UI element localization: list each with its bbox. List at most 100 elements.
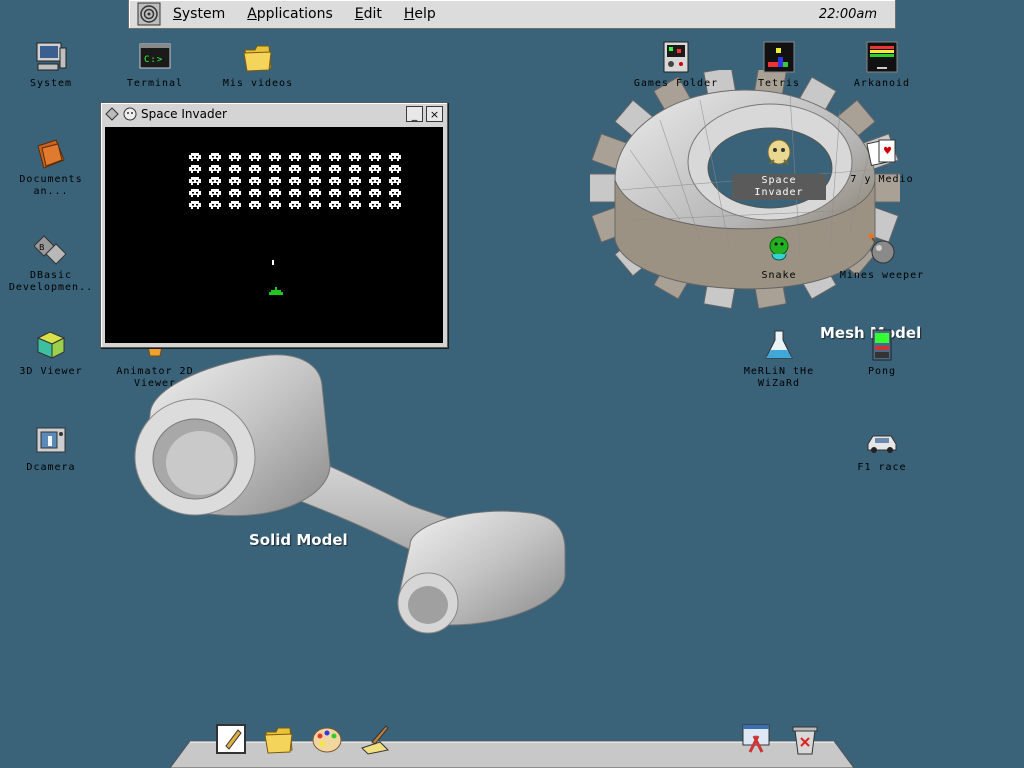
alien-invader <box>369 153 381 161</box>
desktop-icon-label: Tetris <box>757 78 801 89</box>
desktop-icon-3d-viewer[interactable]: 3D Viewer <box>3 328 99 378</box>
invader-app-icon <box>123 107 137 121</box>
desktop-icon-label: F1 race <box>857 462 907 473</box>
alien-invader <box>329 189 341 197</box>
alien-invader <box>209 153 221 161</box>
alien-invader <box>329 177 341 185</box>
desktop-icon-system[interactable]: System <box>3 40 99 90</box>
folder-icon <box>37 139 65 169</box>
desktop-icon-space-invader[interactable]: Space Invader <box>731 136 827 200</box>
alien-invader <box>229 189 241 197</box>
solid-model-render <box>134 354 566 634</box>
desktop-icon-label: Animator 2D Viewer <box>116 366 194 389</box>
alien-invader <box>349 165 361 173</box>
desktop-icon-label: Mines weeper <box>839 270 925 281</box>
trash-icon[interactable] <box>788 722 822 756</box>
alien-invader <box>389 177 401 185</box>
desktop-icon-label: Dcamera <box>26 462 76 473</box>
arcade-icon <box>872 329 892 361</box>
paint-icon[interactable] <box>358 722 392 756</box>
palette-icon[interactable] <box>310 722 344 756</box>
alien-invader <box>209 201 221 209</box>
alien-invader <box>309 201 321 209</box>
desktop-icon-games-folder[interactable]: Games Folder <box>628 40 724 90</box>
desktop-icon-terminal[interactable]: C:> Terminal <box>107 40 203 90</box>
desktop-icon-arkanoid[interactable]: Arkanoid <box>834 40 930 90</box>
alien-invader <box>189 201 201 209</box>
system-logo-icon[interactable] <box>137 2 161 26</box>
desktop-icon-documents[interactable]: Documents an... <box>3 136 99 198</box>
desktop-icon-pong[interactable]: Pong <box>834 328 930 378</box>
desktop-icon-7-y-medio[interactable]: ♥ 7 y Medio <box>834 136 930 186</box>
alien-invader <box>249 153 261 161</box>
desktop-icon-label: Snake <box>761 270 797 281</box>
desktop-icon-mines-weeper[interactable]: Mines weeper <box>834 232 930 282</box>
alien-invader <box>189 177 201 185</box>
alien-invader <box>329 165 341 173</box>
menu-edit[interactable]: Edit <box>355 6 382 22</box>
alien-invader <box>369 165 381 173</box>
menu-system[interactable]: System <box>173 6 225 22</box>
desktop-icon-label: Pong <box>867 366 897 377</box>
window-titlebar[interactable]: Space Invader _ × <box>101 103 447 125</box>
desktop-icon-snake[interactable]: Snake <box>731 232 827 282</box>
folder-icon[interactable] <box>262 722 296 756</box>
desktop-icon-label: MeRLiN tHe WiZaRd <box>743 366 815 389</box>
desktop-icon-mis-videos[interactable]: Mis videos <box>210 40 306 90</box>
space-invader-window[interactable]: Space Invader _ × <box>100 102 448 348</box>
alien-invader <box>249 201 261 209</box>
alien-invader <box>229 177 241 185</box>
menubar: System Applications Edit Help 22:00am <box>128 0 896 29</box>
alien-invader <box>209 165 221 173</box>
alien-invader <box>249 165 261 173</box>
desktop-icon-f1-race[interactable]: F1 race <box>834 424 930 474</box>
menu-help[interactable]: Help <box>404 6 436 22</box>
minimize-button[interactable]: _ <box>406 106 423 122</box>
alien-invader <box>369 201 381 209</box>
desktop-icon-dcamera[interactable]: Dcamera <box>3 424 99 474</box>
desktop-icon-label: Space Invader <box>732 174 826 200</box>
window-menu-icon[interactable] <box>105 107 119 121</box>
svg-text:♥: ♥ <box>883 146 893 157</box>
desktop-icon-merlin[interactable]: MeRLiN tHe WiZaRd <box>731 328 827 390</box>
desktop-icon-label: 7 y Medio <box>850 174 914 185</box>
alien-invader <box>269 165 281 173</box>
cards-icon: ♥ <box>866 139 896 167</box>
alien-invader <box>329 153 341 161</box>
alien-invader <box>269 153 281 161</box>
desktop-icon-label: Documents an... <box>19 174 83 197</box>
alien-invader <box>309 165 321 173</box>
arkanoid-icon <box>866 41 898 73</box>
alien-invader <box>269 177 281 185</box>
clock: 22:00am <box>818 6 877 22</box>
window-title: Space Invader <box>141 107 227 121</box>
alien-invader <box>229 201 241 209</box>
alien-invader <box>309 189 321 197</box>
alien-invader <box>249 177 261 185</box>
menu-applications[interactable]: Applications <box>247 6 333 22</box>
tetris-icon <box>763 41 795 73</box>
alien-invader <box>269 201 281 209</box>
car-icon <box>867 435 897 453</box>
alien-invader <box>349 177 361 185</box>
desktop-icon-dbasic[interactable]: B DBasic Developmen.. <box>3 232 99 294</box>
game-canvas[interactable] <box>105 127 443 343</box>
alien-invader <box>349 153 361 161</box>
alien-invader <box>249 189 261 197</box>
alien-invader <box>389 189 401 197</box>
bomb-icon <box>868 233 895 264</box>
alien-invader <box>189 153 201 161</box>
alien-invader <box>329 201 341 209</box>
svg-text:C:>: C:> <box>144 55 163 65</box>
alien-invader <box>349 201 361 209</box>
notepad-icon[interactable] <box>214 722 248 756</box>
alien-invader <box>309 177 321 185</box>
computer-icon <box>36 42 67 71</box>
tools-icon[interactable] <box>740 722 774 756</box>
close-button[interactable]: × <box>426 106 443 122</box>
folder-icon <box>243 45 272 72</box>
alien-invader <box>389 153 401 161</box>
desktop-icon-label: Terminal <box>126 78 184 89</box>
desktop-icon-tetris[interactable]: Tetris <box>731 40 827 90</box>
dbasic-icon: B <box>34 235 67 265</box>
